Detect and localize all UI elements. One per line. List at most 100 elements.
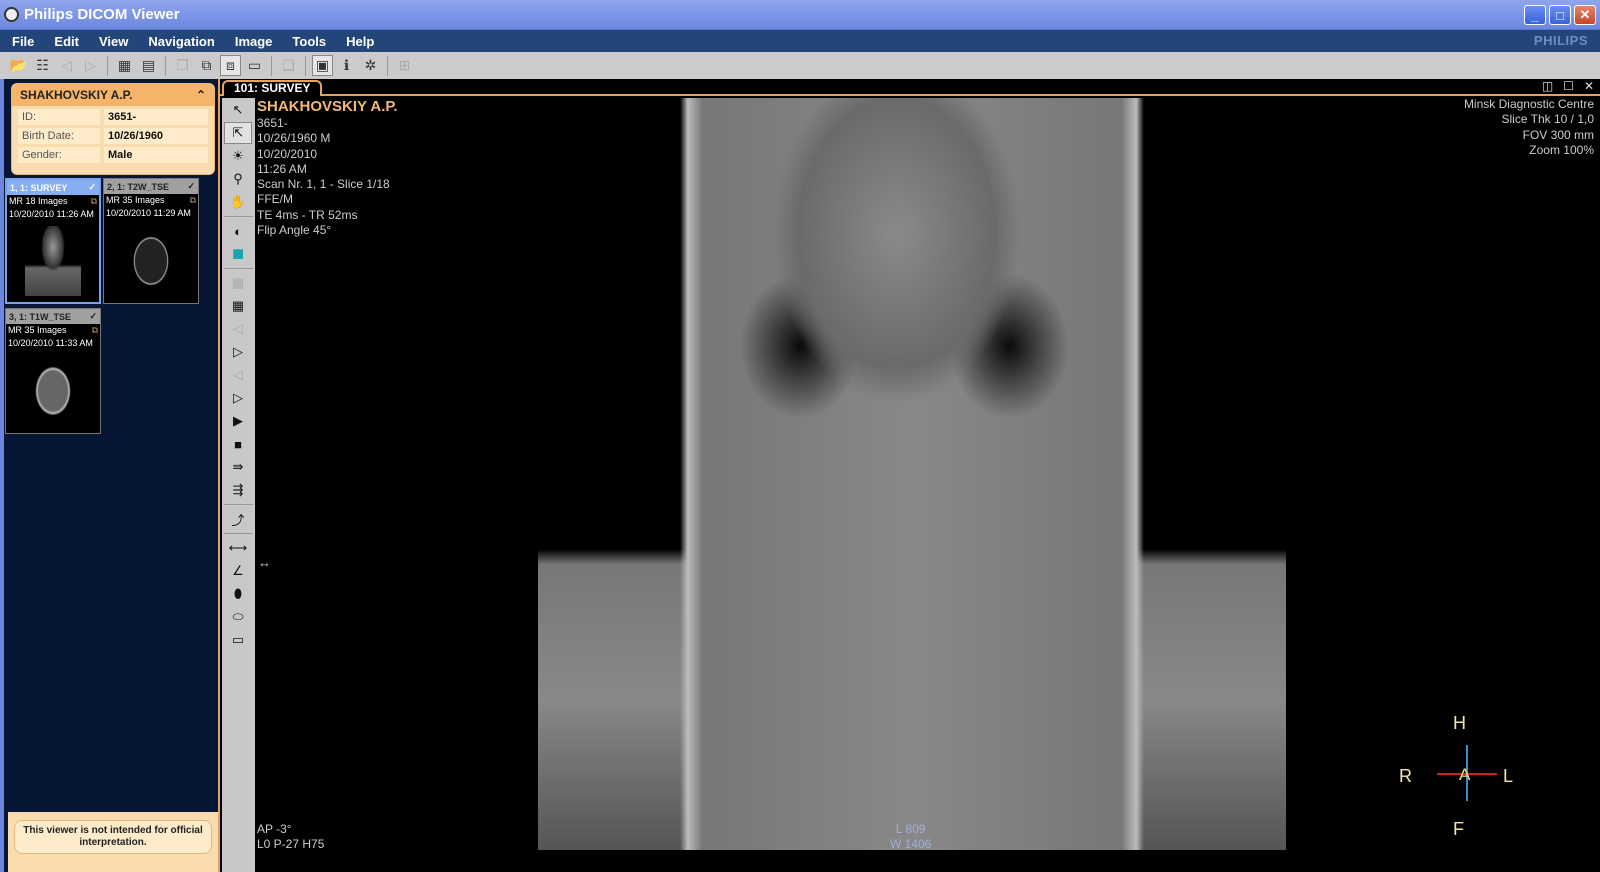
orientation-right: L bbox=[1503, 766, 1514, 786]
pointer-icon[interactable]: ↖ bbox=[224, 99, 252, 121]
print-preview-icon[interactable]: ▤ bbox=[138, 55, 159, 76]
tool-separator bbox=[224, 268, 253, 269]
patient-name: SHAKHOVSKIY A.P. bbox=[20, 88, 133, 102]
menu-view[interactable]: View bbox=[87, 34, 136, 49]
angle-icon[interactable]: ∠ bbox=[224, 560, 252, 582]
stack-icon: ⧉ bbox=[91, 325, 98, 335]
overlay-line: Slice Thk 10 / 1,0 bbox=[1501, 112, 1595, 127]
tab-survey[interactable]: 101: SURVEY bbox=[222, 80, 323, 96]
left-panel: SHAKHOVSKIY A.P. ⌃ ID: 3651- Birth Date: 1… bbox=[0, 79, 218, 872]
ruler-icon[interactable]: ⟷ bbox=[224, 537, 252, 559]
rect-roi-icon[interactable]: ▭ bbox=[224, 629, 252, 651]
prev-icon[interactable]: ◁ bbox=[56, 55, 77, 76]
title-bar: Philips DICOM Viewer _ □ ✕ bbox=[0, 0, 1600, 30]
id-label: ID: bbox=[18, 109, 100, 125]
series-count: MR 35 Images bbox=[8, 325, 67, 335]
overlay-line: FFE/M bbox=[257, 192, 293, 207]
gender-value: Male bbox=[104, 147, 208, 163]
overlay-bottom-left: AP -3° L0 P-27 H75 bbox=[257, 822, 324, 853]
sync-icon[interactable]: ✲ bbox=[360, 55, 381, 76]
toolbar-separator bbox=[271, 55, 272, 76]
check-icon: ✓ bbox=[88, 182, 96, 192]
info-icon[interactable]: ℹ bbox=[336, 55, 357, 76]
mri-image[interactable] bbox=[538, 98, 1286, 850]
ellipse-roi-icon[interactable]: ⬭ bbox=[224, 606, 252, 628]
image-viewer: 101: SURVEY ◫ ☐ ✕ ↖ ⇱ ☀ ⚲ ✋ ◐ ■ ▦ ▦ ◁ ▷ ◁ ▷ ▶ ■ ⇛ ⇶ ⤴ ⟷ ∠ ⬮ ⬭… bbox=[218, 79, 1600, 872]
overlay-line: FOV 300 mm bbox=[1522, 127, 1594, 142]
overlay-bottom-center: L 809 W 1406 bbox=[890, 822, 931, 853]
stack-icon: ⧉ bbox=[90, 196, 97, 206]
series-count: MR 35 Images bbox=[106, 195, 165, 205]
main-toolbar: 📂 ☷ ◁ ▷ ▦ ▤ ❐ ⧉ ⧈ ▭ ❏ ▣ ℹ ✲ ⊞ bbox=[0, 52, 1600, 79]
export-back-icon[interactable]: ⧈ bbox=[220, 55, 241, 76]
grid-up-icon[interactable]: ▦ bbox=[224, 272, 252, 294]
series-date: 10/20/2010 11:29 AM bbox=[106, 208, 191, 218]
minimize-button[interactable]: _ bbox=[1524, 5, 1546, 25]
play-icon[interactable]: ▶ bbox=[224, 410, 252, 432]
fast-forward-icon[interactable]: ⇶ bbox=[224, 479, 252, 501]
prev-image-icon[interactable]: ◁ bbox=[224, 364, 252, 386]
birth-date-value: 10/26/1960 bbox=[104, 128, 208, 144]
overlay-line: AP -3° bbox=[257, 822, 292, 836]
stack-icon: ⧉ bbox=[189, 195, 196, 205]
zoom-icon[interactable]: ⚲ bbox=[224, 168, 252, 190]
next-series-icon[interactable]: ▷ bbox=[224, 387, 252, 409]
window-level-readout: L 809 bbox=[895, 822, 926, 836]
copy-disabled-icon[interactable]: ❐ bbox=[172, 55, 193, 76]
series-thumbnail[interactable]: 1, 1: SURVEY ✓ MR 18 Images ⧉ 10/20/2010 1… bbox=[5, 178, 101, 304]
prev-series-icon[interactable]: ▷ bbox=[224, 341, 252, 363]
disclaimer-text: This viewer is not intended for official… bbox=[14, 820, 212, 854]
collapse-icon[interactable]: ⌃ bbox=[196, 88, 206, 102]
freehand-roi-icon[interactable]: ⬮ bbox=[224, 583, 252, 605]
print-icon[interactable]: ▦ bbox=[114, 55, 135, 76]
window-title: Philips DICOM Viewer bbox=[24, 6, 180, 23]
maximize-button[interactable]: □ bbox=[1549, 5, 1571, 25]
layout-toggle-icon[interactable]: ◫ bbox=[1542, 79, 1553, 93]
overlay-line: 11:26 AM bbox=[257, 161, 307, 176]
series-date: 10/20/2010 11:33 AM bbox=[8, 338, 93, 348]
patient-list-icon[interactable]: ☷ bbox=[32, 55, 53, 76]
first-image-icon[interactable]: ◁ bbox=[224, 318, 252, 340]
duplicate-icon[interactable]: ❏ bbox=[278, 55, 299, 76]
close-button[interactable]: ✕ bbox=[1574, 5, 1596, 25]
open-folder-icon[interactable]: 📂 bbox=[8, 55, 29, 76]
invert-icon[interactable]: ◐ bbox=[224, 220, 252, 242]
viewport-close-icon[interactable]: ✕ bbox=[1584, 79, 1594, 93]
menu-navigation[interactable]: Navigation bbox=[136, 34, 222, 49]
orientation-top: H bbox=[1453, 713, 1466, 733]
series-title: 2, 1: T2W_TSE bbox=[107, 181, 170, 192]
menu-tools[interactable]: Tools bbox=[280, 34, 334, 49]
fast-back-icon[interactable]: ⇛ bbox=[224, 456, 252, 478]
folder-back-icon[interactable]: ▭ bbox=[244, 55, 265, 76]
check-icon: ✓ bbox=[187, 181, 195, 191]
menu-help[interactable]: Help bbox=[334, 34, 382, 49]
overlay-line: Flip Angle 45° bbox=[257, 223, 332, 238]
tile-icon[interactable]: ⊞ bbox=[394, 55, 415, 76]
resize-cursor-icon: ↔ bbox=[258, 555, 271, 570]
toolbar-separator bbox=[305, 55, 306, 76]
viewport-maximize-icon[interactable]: ☐ bbox=[1563, 79, 1574, 93]
reset-icon[interactable]: ⤴ bbox=[224, 508, 252, 530]
toolbar-separator bbox=[107, 55, 108, 76]
gender-label: Gender: bbox=[18, 147, 100, 163]
next-icon[interactable]: ▷ bbox=[80, 55, 101, 76]
menu-image[interactable]: Image bbox=[223, 34, 281, 49]
layout-icon[interactable]: ▣ bbox=[312, 55, 333, 76]
menu-edit[interactable]: Edit bbox=[42, 34, 87, 49]
menu-file[interactable]: File bbox=[0, 34, 42, 49]
window-level-icon[interactable]: ☀ bbox=[224, 145, 252, 167]
pointer-stack-icon[interactable]: ⇱ bbox=[224, 122, 252, 144]
grid-layout-icon[interactable]: ▦ bbox=[224, 295, 252, 317]
stop-icon[interactable]: ■ bbox=[224, 433, 252, 455]
menu-bar: File Edit View Navigation Image Tools Help PHIL… bbox=[0, 30, 1600, 52]
orientation-marker: H F R L A bbox=[1399, 709, 1515, 839]
series-thumbnail[interactable]: 2, 1: T2W_TSE ✓ MR 35 Images ⧉ 10/20/2010 … bbox=[103, 178, 199, 304]
app-icon bbox=[4, 7, 19, 22]
color-swatch-icon[interactable]: ■ bbox=[224, 243, 252, 265]
series-date: 10/20/2010 11:26 AM bbox=[9, 209, 94, 219]
series-thumbnail[interactable]: 3, 1: T1W_TSE ✓ MR 35 Images ⧉ 10/20/2010 … bbox=[5, 308, 101, 434]
export-forward-icon[interactable]: ⧉ bbox=[196, 55, 217, 76]
overlay-line: TE 4ms - TR 52ms bbox=[257, 207, 358, 222]
overlay-top-left: SHAKHOVSKIY A.P. 3651- 10/26/1960 M 10/20/… bbox=[257, 98, 398, 238]
pan-hand-icon[interactable]: ✋ bbox=[224, 191, 252, 213]
